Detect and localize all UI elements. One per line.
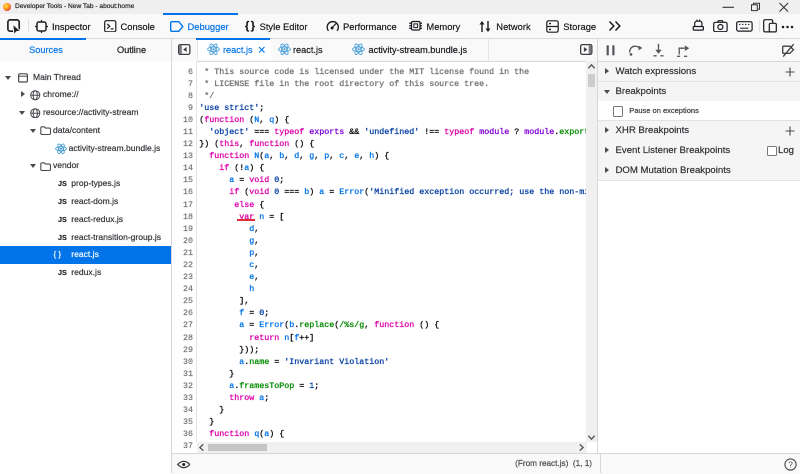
- svg-text:?: ?: [788, 460, 793, 469]
